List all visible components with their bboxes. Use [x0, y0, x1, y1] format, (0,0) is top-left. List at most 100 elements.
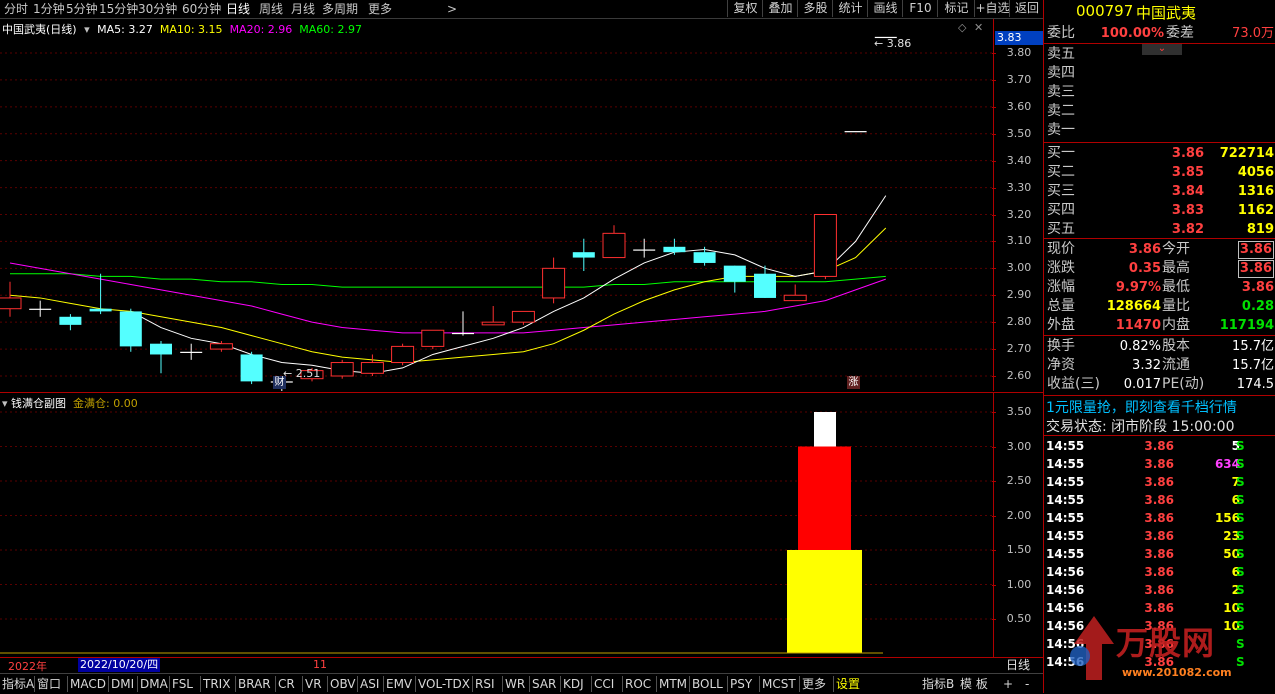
indicator-tab-3[interactable]: DMI [111, 675, 134, 693]
buy-row[interactable]: 买四 3.83 1162 [1044, 201, 1275, 220]
indicator-tab-11[interactable]: ASI [360, 675, 379, 693]
stat2-value-2: 15.7亿 [1232, 358, 1274, 373]
indicator-right-2[interactable]: + [1003, 675, 1013, 693]
expand-icon[interactable]: ▾ [84, 23, 90, 36]
toolbar-button-4[interactable]: 画线 [867, 0, 903, 17]
buy-level-label: 买一 [1047, 145, 1075, 161]
indicator-tab-22[interactable]: PSY [730, 675, 752, 693]
tab-separator [759, 676, 760, 692]
candle-body [481, 321, 505, 326]
period-tab-10[interactable]: 更多 [368, 1, 392, 17]
stat2-label-2: 股本 [1162, 338, 1190, 354]
indicator-tab-16[interactable]: SAR [532, 675, 556, 693]
indicator-tab-15[interactable]: WR [505, 675, 525, 693]
indicator-tab-5[interactable]: FSL [172, 675, 193, 693]
indicator-right-0[interactable]: 指标B [922, 675, 954, 693]
sub-expand-icon[interactable]: ▾ [2, 397, 8, 410]
price-tick-label: 3.20 [992, 208, 1044, 221]
period-indicator[interactable]: 日线 [993, 657, 1043, 673]
sub-chart-title: 钱满仓副图 [11, 397, 67, 410]
sub-legend: ▾ 钱满仓副图 金满仓: 0.00 [2, 395, 138, 411]
toolbar-button-6[interactable]: 标记 [937, 0, 975, 17]
indicator-tab-12[interactable]: EMV [386, 675, 412, 693]
indicator-tab-4[interactable]: DMA [140, 675, 168, 693]
period-tab-5[interactable]: 60分钟 [182, 1, 221, 17]
stat-label-2: 最低 [1162, 279, 1190, 295]
indicator-tab-14[interactable]: RSI [475, 675, 495, 693]
toolbar-button-0[interactable]: 复权 [727, 0, 763, 17]
toolbar-button-2[interactable]: 多股 [797, 0, 833, 17]
stat-value: 11470 [1115, 318, 1161, 333]
sub-indicator-chart[interactable]: ▾ 钱满仓副图 金满仓: 0.00 [0, 392, 993, 657]
buy-row[interactable]: 买一 3.86 722714 [1044, 144, 1275, 163]
buy-row[interactable]: 买三 3.84 1316 [1044, 182, 1275, 201]
indicator-right-1[interactable]: 模 板 [960, 675, 988, 693]
indicator-tab-1[interactable]: 窗口 [37, 675, 61, 693]
tick-time: 14:55 [1046, 457, 1085, 471]
promo-link[interactable]: 1元限量抢，即刻查看千档行情 [1046, 397, 1237, 417]
buy-row[interactable]: 买五 3.82 819 [1044, 220, 1275, 239]
indicator-tab-24[interactable]: 更多 [802, 675, 826, 693]
candle-body [542, 267, 566, 299]
toolbar-button-7[interactable]: +自选 [974, 0, 1010, 17]
period-tab-8[interactable]: 月线 [291, 1, 315, 17]
settings-diamond-icon[interactable]: ◇ [958, 21, 966, 34]
buy-price: 3.83 [1171, 203, 1204, 218]
toolbar-button-5[interactable]: F10 [902, 0, 938, 17]
sell-level-label: 卖一 [1047, 122, 1075, 138]
buy-level-label: 买五 [1047, 221, 1075, 237]
sell-row: 卖四 [1044, 64, 1275, 83]
period-tab-9[interactable]: 多周期 [322, 1, 358, 17]
candle-body [59, 316, 82, 325]
candle [452, 311, 474, 336]
period-tab-7[interactable]: 周线 [259, 1, 283, 17]
weicha-label: 委差 [1166, 25, 1194, 41]
main-kline-chart[interactable]: 中国武夷(日线) ▾ MA5: 3.27 MA10: 3.15 MA20: 2.… [0, 19, 993, 401]
period-tab-0[interactable]: 分时 [4, 1, 28, 17]
indicator-tab-21[interactable]: BOLL [692, 675, 723, 693]
stat2-value: 3.32 [1132, 358, 1161, 373]
candle-body [663, 246, 686, 253]
sub-item-label: 金满仓: 0.00 [73, 397, 138, 410]
indicator-tab-23[interactable]: MCST [762, 675, 796, 693]
indicator-tab-13[interactable]: VOL-TDX [418, 675, 470, 693]
white-bar [814, 412, 836, 447]
toolbar-button-3[interactable]: 统计 [832, 0, 868, 17]
indicator-tab-9[interactable]: VR [305, 675, 322, 693]
indicator-tab-7[interactable]: BRAR [238, 675, 271, 693]
period-tab-2[interactable]: 5分钟 [66, 1, 98, 17]
candle [723, 265, 746, 293]
buy-row[interactable]: 买二 3.85 4056 [1044, 163, 1275, 182]
buy-price: 3.86 [1171, 146, 1204, 161]
indicator-tab-2[interactable]: MACD [70, 675, 106, 693]
close-icon[interactable]: ✕ [974, 21, 983, 34]
tick-price: 3.86 [1144, 583, 1174, 597]
period-tab-3[interactable]: 15分钟 [99, 1, 138, 17]
more-arrow-icon[interactable]: > [447, 1, 457, 17]
indicator-right-3[interactable]: - [1025, 675, 1029, 693]
period-tab-1[interactable]: 1分钟 [33, 1, 65, 17]
sell-row: 卖三 [1044, 83, 1275, 102]
indicator-tab-8[interactable]: CR [278, 675, 295, 693]
limit-up-badge[interactable]: 涨 [847, 376, 860, 389]
indicator-tab-6[interactable]: TRIX [203, 675, 230, 693]
toolbar-button-1[interactable]: 叠加 [762, 0, 798, 17]
indicator-tab-10[interactable]: OBV [330, 675, 356, 693]
toolbar-button-8[interactable]: 返回 [1009, 0, 1044, 17]
stat-row: 涨幅 9.97% 最低 3.86 [1044, 278, 1275, 297]
tick-row: 14:55 3.86 50 S [1044, 545, 1275, 563]
stat2-label: 换手 [1047, 338, 1075, 354]
indicator-tab-25[interactable]: 设置 [836, 675, 860, 693]
indicator-tab-0[interactable]: 指标A [2, 675, 34, 693]
period-tab-4[interactable]: 30分钟 [138, 1, 177, 17]
indicator-tab-19[interactable]: ROC [625, 675, 651, 693]
indicator-tab-17[interactable]: KDJ [563, 675, 584, 693]
period-tab-6[interactable]: 日线 [226, 1, 250, 17]
finance-badge[interactable]: 财 [273, 376, 286, 389]
year-label: 2022年 [8, 660, 47, 673]
indicator-tab-18[interactable]: CCI [594, 675, 614, 693]
tick-price: 3.86 [1144, 493, 1174, 507]
indicator-tab-20[interactable]: MTM [659, 675, 687, 693]
tab-separator [235, 676, 236, 692]
tick-side: S [1236, 565, 1245, 579]
